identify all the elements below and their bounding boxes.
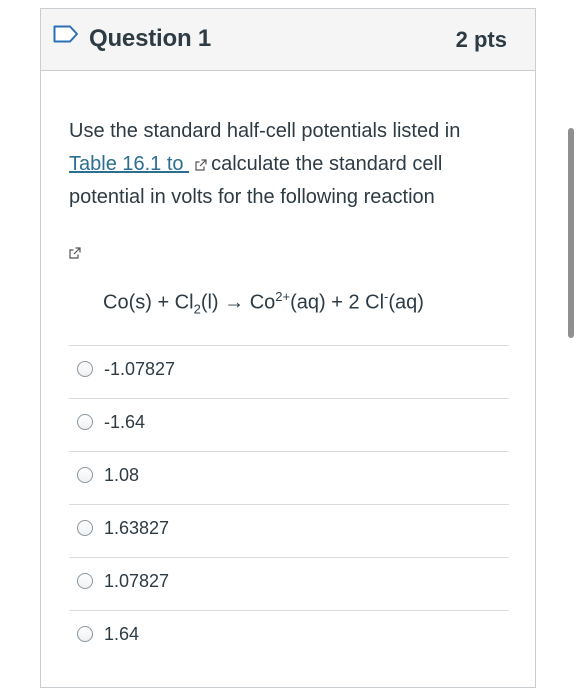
question-points: 2 pts: [455, 27, 507, 52]
answer-option[interactable]: 1.63827: [69, 504, 509, 557]
equation-part: (aq): [388, 291, 424, 314]
question-prompt: Use the standard half-cell potentials li…: [69, 115, 515, 214]
scrollbar[interactable]: [568, 128, 574, 338]
equation-part: (l) → Co: [200, 291, 276, 314]
external-link-icon[interactable]: [195, 159, 207, 171]
answer-label: 1.07827: [104, 571, 170, 591]
equation-part: (aq) + 2 Cl: [290, 291, 385, 314]
answer-list: -1.07827 -1.64 1.08 1.63827 1.07827 1.64: [69, 345, 509, 663]
bookmark-flag-icon[interactable]: [53, 25, 79, 43]
radio-button[interactable]: [77, 414, 93, 430]
answer-option[interactable]: 1.08: [69, 451, 509, 504]
radio-button[interactable]: [77, 361, 93, 377]
equation-subscript: 2: [193, 301, 201, 317]
table-link[interactable]: Table 16.1 to: [69, 153, 189, 175]
answer-option[interactable]: 1.07827: [69, 557, 509, 610]
answer-label: -1.64: [104, 412, 146, 432]
answer-label: -1.07827: [104, 359, 176, 379]
answer-option[interactable]: -1.64: [69, 398, 509, 451]
answer-label: 1.64: [104, 624, 140, 644]
question-card: Question 1 2 pts Use the standard half-c…: [40, 8, 536, 688]
question-body: Use the standard half-cell potentials li…: [69, 115, 515, 317]
radio-button[interactable]: [77, 626, 93, 642]
answer-option[interactable]: 1.64: [69, 610, 509, 663]
radio-button[interactable]: [77, 467, 93, 483]
question-header: Question 1 2 pts: [41, 9, 535, 71]
equation-superscript: 2+: [275, 289, 291, 304]
radio-button[interactable]: [77, 573, 93, 589]
answer-label: 1.63827: [104, 518, 170, 538]
radio-button[interactable]: [77, 520, 93, 536]
answer-label: 1.08: [104, 465, 140, 485]
equation-part: Co(s) + Cl: [103, 291, 194, 314]
question-title: Question 1: [89, 25, 212, 52]
external-link-icon[interactable]: [69, 247, 81, 259]
prompt-text-before: Use the standard half-cell potentials li…: [69, 120, 461, 142]
answer-option[interactable]: -1.07827: [69, 345, 509, 398]
reaction-equation: Co(s) + Cl2(l) → Co2+(aq) + 2 Cl-(aq): [103, 289, 424, 317]
